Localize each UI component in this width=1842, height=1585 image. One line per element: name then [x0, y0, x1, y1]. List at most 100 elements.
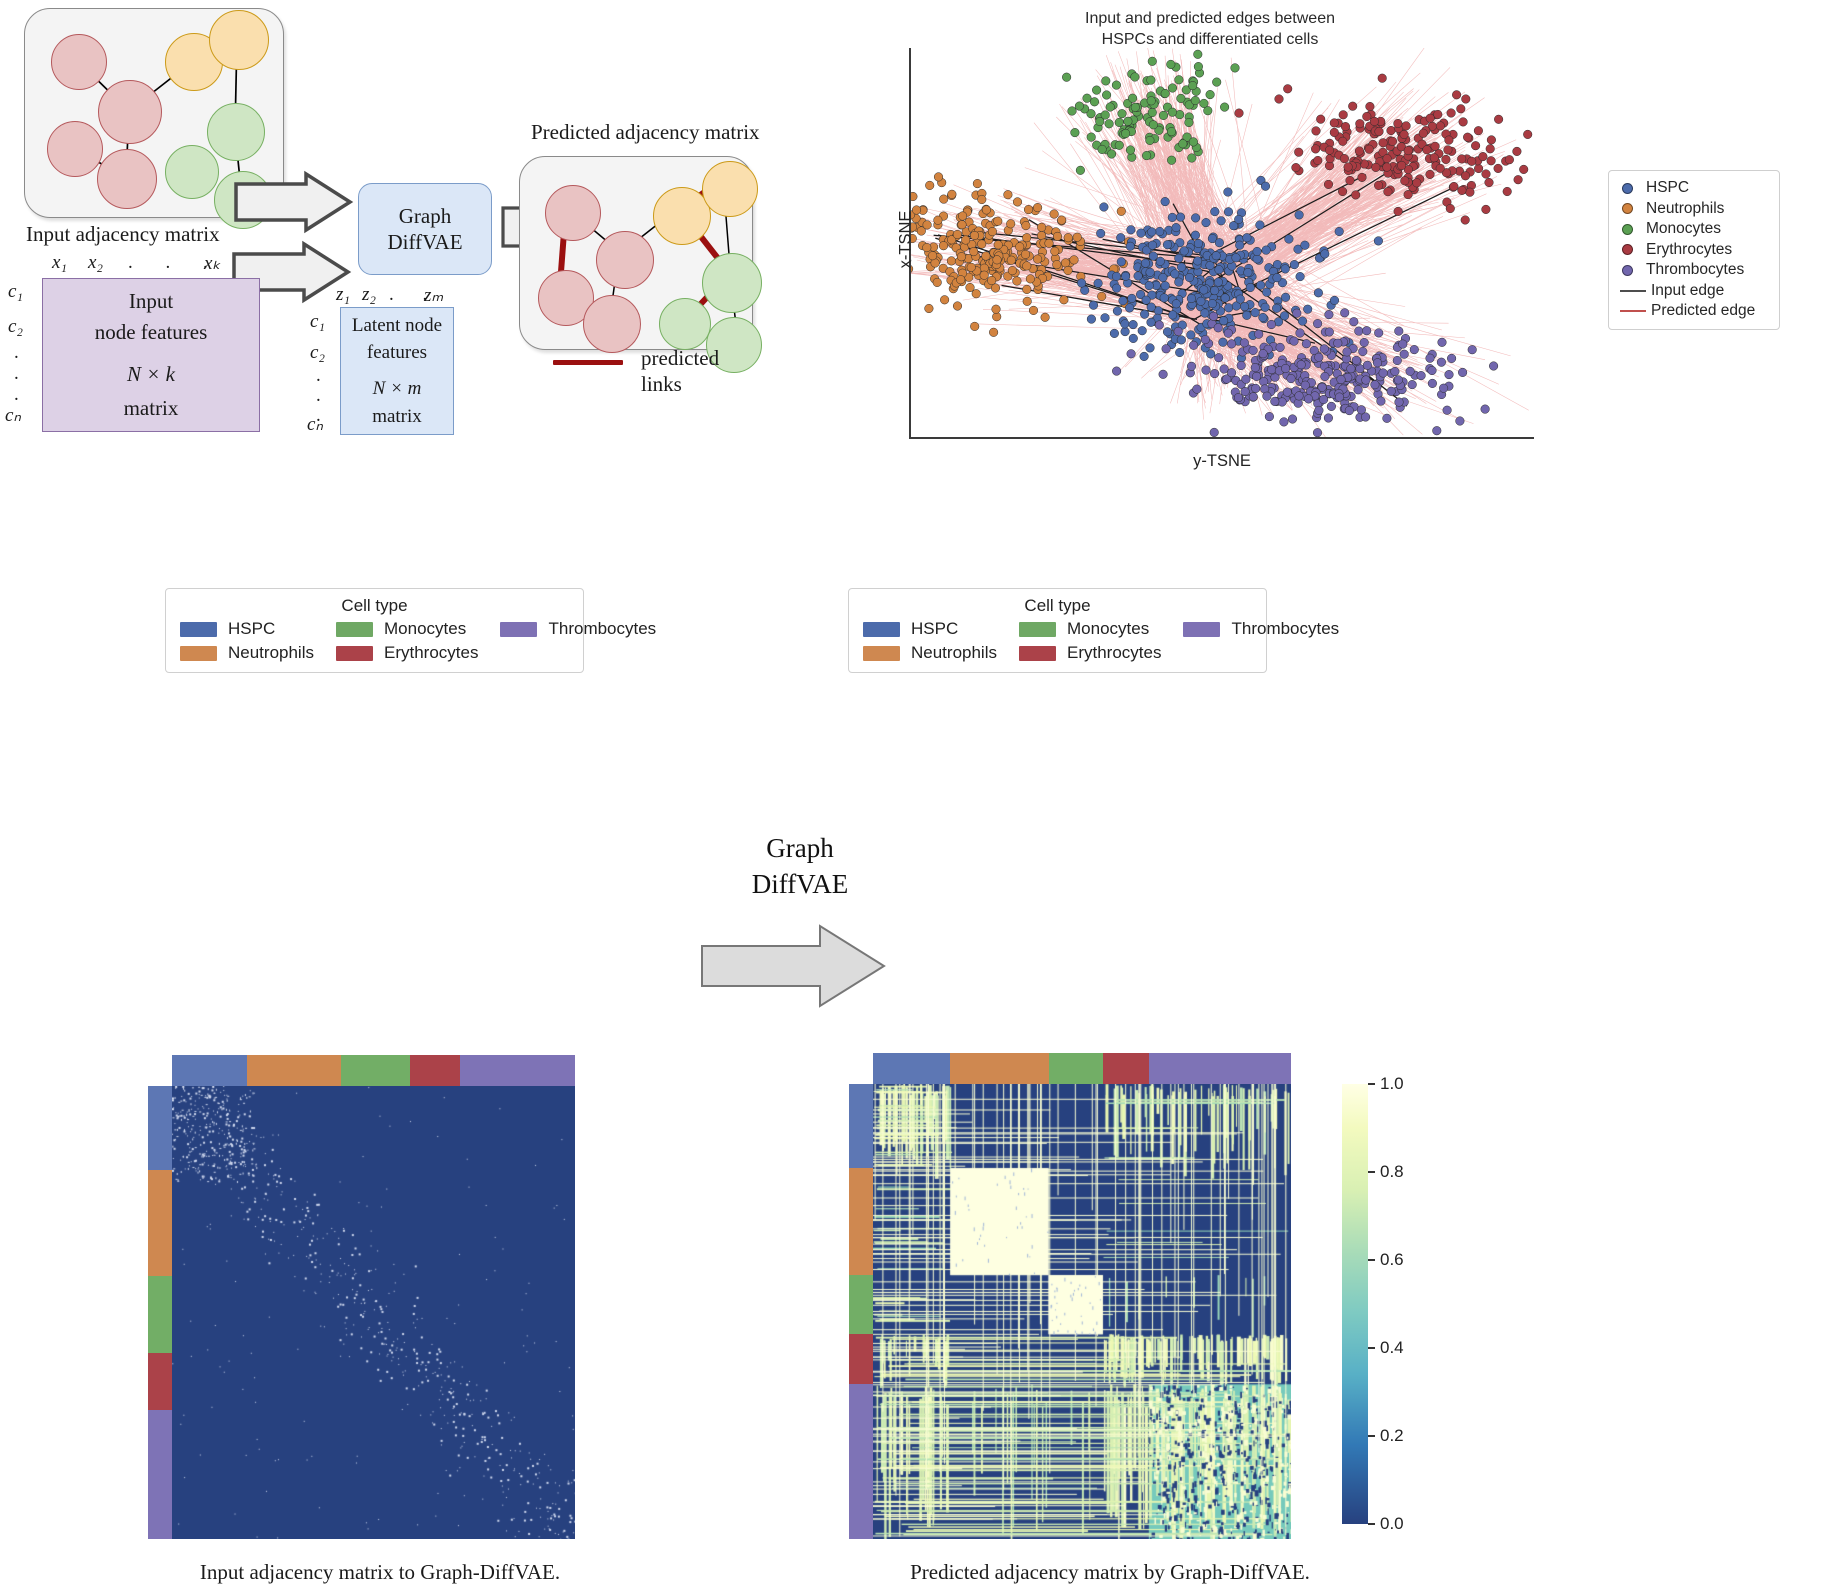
tsne-xlabel: y-TSNE	[1122, 452, 1322, 471]
tsne-legend-row: Thrombocytes	[1617, 260, 1769, 281]
input-features-line-2: node features	[95, 317, 208, 347]
model-box-line-2: DiffVAE	[387, 229, 462, 255]
tsne-legend-row: Monocytes	[1617, 219, 1769, 240]
legend-marker-predicted-edge	[1620, 310, 1646, 312]
swatch-hspc	[863, 622, 900, 637]
graph-node	[165, 145, 219, 199]
legend-item: HSPC	[180, 619, 314, 639]
tsne-legend-row: Input edge	[1617, 281, 1769, 302]
latent-features-row-header-c2: c₂	[310, 342, 325, 364]
graph-node	[209, 10, 269, 70]
swatch-erythrocytes	[1019, 646, 1056, 661]
tsne-legend-row: Erythrocytes	[1617, 240, 1769, 261]
legend-label: Monocytes	[1646, 220, 1721, 238]
predicted-heatmap-caption: Predicted adjacency matrix by Graph-Diff…	[830, 1560, 1390, 1585]
col-band-neutrophils	[950, 1053, 1048, 1084]
latent-features-row-header-c1: c₁	[310, 311, 325, 333]
legend-item: Thrombocytes	[500, 619, 656, 639]
input-features-col-header-x1: x₁	[52, 252, 67, 274]
input-features-row-header-cn: cₙ	[5, 404, 21, 427]
tsne-legend-row: Predicted edge	[1617, 301, 1769, 322]
predicted-heatmap-colorbar: 1.0 0.8 0.6 0.4 0.2 0.0	[1342, 1084, 1368, 1524]
swatch-monocytes	[336, 622, 373, 637]
row-band-neutrophils	[148, 1170, 172, 1276]
col-band-erythrocytes	[410, 1055, 460, 1086]
legend-marker-neutrophils	[1622, 203, 1633, 214]
graph-node	[47, 121, 103, 177]
latent-features-line-1: Latent node	[352, 312, 442, 340]
input-node-features-matrix: Input node features N × k matrix	[42, 278, 260, 432]
colorbar-gradient	[1342, 1084, 1368, 1524]
latent-features-col-header-z1: z₁	[336, 284, 350, 306]
swatch-thrombocytes	[500, 622, 537, 637]
legend-marker-monocytes	[1622, 224, 1633, 235]
input-heatmap-cell-type-legend: Cell type HSPC Monocytes Thrombocytes Ne…	[165, 588, 584, 673]
colorbar-tick: 1.0	[1368, 1074, 1404, 1094]
tsne-title: Input and predicted edges between HSPCs …	[900, 8, 1520, 50]
col-band-monocytes	[1049, 1053, 1103, 1084]
predicted-adjacency-graph-box-main	[519, 156, 753, 350]
graph-node	[98, 80, 162, 144]
row-band-neutrophils	[849, 1168, 873, 1275]
predicted-links-legend-line	[553, 360, 623, 365]
legend-item: Thrombocytes	[1183, 619, 1339, 639]
colorbar-tick: 0.2	[1368, 1426, 1404, 1446]
legend-label: Monocytes	[384, 619, 466, 639]
legend-item: HSPC	[863, 619, 997, 639]
row-band-monocytes	[849, 1275, 873, 1334]
input-heatmap-row-bands	[148, 1086, 172, 1539]
col-band-hspc	[172, 1055, 247, 1086]
row-band-hspc	[148, 1086, 172, 1170]
legend-item: Neutrophils	[180, 643, 314, 663]
predicted-heatmap-column-bands	[873, 1053, 1291, 1084]
input-heatmap-column-bands	[172, 1055, 575, 1086]
legend-marker-input-edge	[1620, 290, 1646, 292]
swatch-monocytes	[1019, 622, 1056, 637]
legend-label: Thrombocytes	[1231, 619, 1339, 639]
swatch-hspc	[180, 622, 217, 637]
legend-item: Erythrocytes	[336, 643, 478, 663]
swatch-neutrophils	[180, 646, 217, 661]
latent-features-col-header-zm: zₘ	[424, 284, 443, 307]
tsne-panel: Input and predicted edges between HSPCs …	[900, 0, 1842, 470]
latent-features-dims: N × m	[352, 375, 442, 403]
legend-label: Erythrocytes	[1067, 643, 1161, 663]
latent-features-row-header-cn: cₙ	[307, 413, 323, 436]
input-features-row-header-c2: c₂	[8, 316, 23, 338]
tsne-title-line-1: Input and predicted edges between	[900, 8, 1520, 29]
colorbar-tick: 0.8	[1368, 1162, 1404, 1182]
legend-marker-erythrocytes	[1622, 244, 1633, 255]
tsne-scatter-canvas	[911, 48, 1534, 437]
legend-label: HSPC	[228, 619, 275, 639]
col-band-monocytes	[341, 1055, 410, 1086]
predicted-heatmap-row-bands	[849, 1084, 873, 1539]
graph-diffvae-model-box: Graph DiffVAE	[358, 183, 492, 275]
input-features-row-header-c1: c₁	[8, 281, 23, 303]
legend-label: Neutrophils	[228, 643, 314, 663]
row-band-erythrocytes	[849, 1334, 873, 1384]
graph-node	[659, 298, 711, 350]
tsne-title-line-2: HSPCs and differentiated cells	[900, 29, 1520, 50]
legend-label: Erythrocytes	[384, 643, 478, 663]
graph-node	[97, 149, 157, 209]
legend-label: HSPC	[1646, 179, 1689, 197]
tsne-legend-row: HSPC	[1617, 178, 1769, 199]
predicted-links-line-2: links	[641, 371, 719, 397]
latent-node-features-matrix: Latent node features N × m matrix	[340, 307, 454, 435]
swatch-erythrocytes	[336, 646, 373, 661]
graph-node	[583, 295, 641, 353]
predicted-heatmap-cell-type-legend: Cell type HSPC Monocytes Thrombocytes Ne…	[848, 588, 1267, 673]
colorbar-tick-label: 0.8	[1380, 1162, 1404, 1182]
colorbar-tick: 0.4	[1368, 1338, 1404, 1358]
tsne-legend-row: Neutrophils	[1617, 199, 1769, 220]
legend-label: Neutrophils	[911, 643, 997, 663]
col-band-neutrophils	[247, 1055, 342, 1086]
legend-label: Input edge	[1651, 282, 1724, 300]
legend-item: Monocytes	[1019, 619, 1161, 639]
schematic-panel: Input adjacency matrix Graph DiffVAE x₁ …	[0, 0, 900, 470]
row-band-thrombocytes	[148, 1410, 172, 1539]
tsne-legend: HSPC Neutrophils Monocytes Erythrocytes …	[1608, 170, 1780, 330]
predicted-heatmap-panel: Cell type HSPC Monocytes Thrombocytes Ne…	[840, 470, 1842, 1206]
latent-features-line-4: matrix	[352, 403, 442, 431]
col-band-thrombocytes	[1149, 1053, 1291, 1084]
